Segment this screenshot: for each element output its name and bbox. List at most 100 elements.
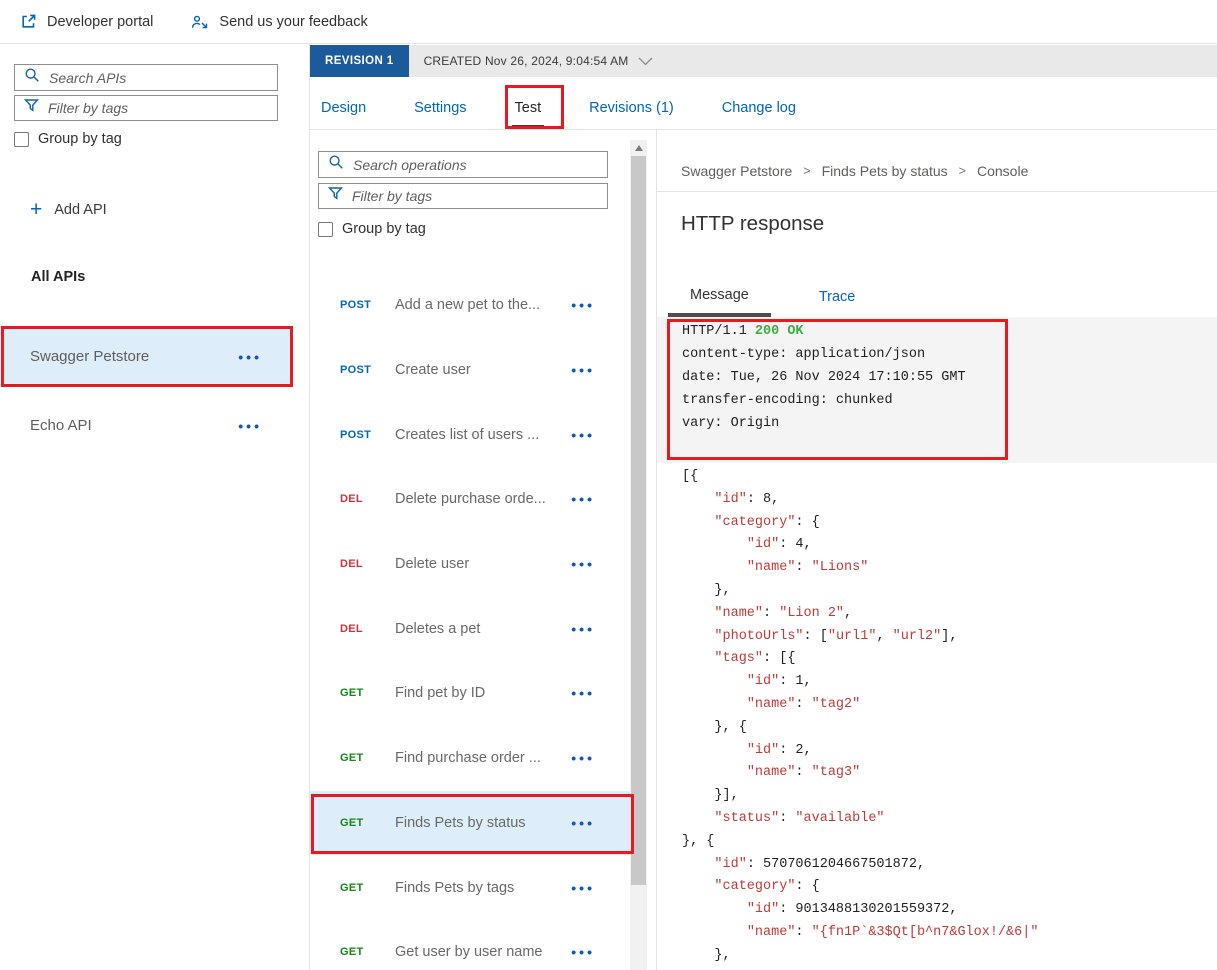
- operations-scrollbar[interactable]: [630, 140, 647, 970]
- operation-get-user-by-user-name[interactable]: GET Get user by user name •••: [310, 920, 631, 970]
- filter-funnel-icon: [327, 186, 344, 206]
- api-name: Swagger Petstore: [30, 348, 150, 365]
- operation-name: Create user: [395, 362, 471, 379]
- operation-name: Finds Pets by status: [395, 814, 526, 831]
- revision-created-text: CREATED Nov 26, 2024, 9:04:54 AM: [423, 54, 629, 68]
- operation-name: Get user by user name: [395, 944, 543, 961]
- tab-revisions-1[interactable]: Revisions (1): [586, 86, 677, 129]
- response-tabs: Message Trace: [668, 277, 877, 317]
- method-badge: POST: [340, 299, 372, 312]
- chevron-down-icon[interactable]: [638, 57, 653, 66]
- ellipsis-menu-icon[interactable]: •••: [571, 491, 595, 507]
- ellipsis-menu-icon[interactable]: •••: [571, 297, 595, 313]
- response-body: [{ "id": 8, "category": { "id": 4, "name…: [682, 469, 1039, 963]
- apim-test-console-screen: Developer portal Send us your feedback S…: [0, 0, 1217, 970]
- operation-find-purchase-order[interactable]: GET Find purchase order ... •••: [310, 726, 631, 791]
- ellipsis-menu-icon[interactable]: •••: [571, 621, 595, 637]
- person-feedback-icon: [191, 14, 209, 30]
- ellipsis-menu-icon[interactable]: •••: [238, 349, 262, 365]
- operation-creates-list-of-users[interactable]: POST Creates list of users ... •••: [310, 402, 631, 467]
- search-apis-box: [14, 64, 278, 91]
- group-by-tag-apis[interactable]: Group by tag: [14, 131, 122, 147]
- operation-deletes-a-pet[interactable]: DEL Deletes a pet •••: [310, 596, 631, 661]
- method-badge: GET: [340, 946, 364, 959]
- operation-delete-purchase-orde[interactable]: DEL Delete purchase orde... •••: [310, 467, 631, 532]
- method-badge: DEL: [340, 558, 363, 571]
- all-apis-heading: All APIs: [31, 269, 86, 285]
- breadcrumb: Swagger Petstore > Finds Pets by status > Co…: [681, 150, 1028, 191]
- api-item-swagger-petstore[interactable]: Swagger Petstore •••: [2, 327, 292, 386]
- ellipsis-menu-icon[interactable]: •••: [571, 362, 595, 378]
- status-code: 200 OK: [754, 324, 804, 339]
- scrollbar-thumb[interactable]: [631, 156, 646, 885]
- breadcrumb-item-swagger-petstore[interactable]: Swagger Petstore: [681, 163, 792, 179]
- operation-name: Find pet by ID: [395, 685, 486, 702]
- method-badge: DEL: [340, 493, 363, 506]
- operation-create-user[interactable]: POST Create user •••: [310, 338, 631, 403]
- developer-portal-label: Developer portal: [47, 13, 154, 30]
- filter-operations-box: [318, 183, 608, 209]
- response-tab-message[interactable]: Message: [668, 277, 771, 317]
- api-name: Echo API: [30, 417, 92, 434]
- group-by-tag-apis-checkbox[interactable]: [14, 131, 29, 147]
- add-api-label: Add API: [54, 201, 107, 218]
- method-badge: GET: [340, 881, 364, 894]
- method-badge: GET: [340, 687, 364, 700]
- operations-list: POST Add a new pet to the... ••• POST Create…: [310, 273, 631, 970]
- group-by-tag-operations[interactable]: Group by tag: [318, 221, 426, 237]
- method-badge: POST: [340, 364, 372, 377]
- breadcrumb-divider: [657, 191, 1217, 192]
- operation-finds-pets-by-tags[interactable]: GET Finds Pets by tags •••: [310, 855, 631, 920]
- tab-test[interactable]: Test: [511, 86, 545, 129]
- method-badge: GET: [340, 816, 364, 829]
- ellipsis-menu-icon[interactable]: •••: [238, 418, 262, 434]
- tab-design[interactable]: Design: [318, 86, 369, 129]
- operation-delete-user[interactable]: DEL Delete user •••: [310, 532, 631, 597]
- operation-finds-pets-by-status[interactable]: GET Finds Pets by status •••: [310, 790, 631, 856]
- search-operations-input[interactable]: [353, 156, 601, 173]
- breadcrumb-separator: >: [958, 163, 966, 178]
- ellipsis-menu-icon[interactable]: •••: [571, 556, 595, 572]
- filter-apis-box: [14, 95, 278, 121]
- ellipsis-menu-icon[interactable]: •••: [571, 880, 595, 896]
- ellipsis-menu-icon[interactable]: •••: [571, 685, 595, 701]
- add-api-button[interactable]: + Add API: [30, 199, 107, 220]
- feedback-link[interactable]: Send us your feedback: [191, 14, 368, 30]
- method-badge: DEL: [340, 622, 363, 635]
- response-headers: HTTP/1.1 200 OK content-type: application…: [682, 324, 966, 431]
- top-bar: Developer portal Send us your feedback: [20, 0, 368, 43]
- breadcrumb-item-console[interactable]: Console: [977, 163, 1028, 179]
- developer-portal-link[interactable]: Developer portal: [20, 13, 153, 30]
- operation-name: Creates list of users ...: [395, 426, 540, 443]
- operation-name: Add a new pet to the...: [395, 297, 541, 314]
- operation-add-a-new-pet-to-the[interactable]: POST Add a new pet to the... •••: [310, 273, 631, 338]
- search-icon: [24, 67, 40, 88]
- group-by-tag-operations-checkbox[interactable]: [318, 221, 333, 237]
- panel-divider: [656, 130, 657, 970]
- ellipsis-menu-icon[interactable]: •••: [571, 750, 595, 766]
- breadcrumb-item-finds-pets-by-status[interactable]: Finds Pets by status: [822, 163, 948, 179]
- page-title: HTTP response: [681, 212, 825, 235]
- search-apis-input[interactable]: [49, 69, 271, 86]
- tab-change-log[interactable]: Change log: [719, 86, 799, 129]
- tab-settings[interactable]: Settings: [411, 86, 469, 129]
- group-by-tag-apis-label: Group by tag: [38, 131, 122, 147]
- filter-funnel-icon: [23, 98, 40, 118]
- operation-name: Deletes a pet: [395, 620, 481, 637]
- operation-find-pet-by-id[interactable]: GET Find pet by ID •••: [310, 661, 631, 726]
- ellipsis-menu-icon[interactable]: •••: [571, 815, 595, 831]
- api-item-echo-api[interactable]: Echo API •••: [2, 398, 292, 453]
- method-badge: GET: [340, 752, 364, 765]
- response-tab-trace[interactable]: Trace: [797, 277, 878, 317]
- filter-apis-input[interactable]: [48, 100, 271, 116]
- revision-bar: REVISION 1 CREATED Nov 26, 2024, 9:04:54…: [310, 45, 1217, 77]
- operation-name: Delete user: [395, 556, 470, 573]
- search-operations-box: [318, 151, 608, 178]
- breadcrumb-separator: >: [803, 163, 811, 178]
- ellipsis-menu-icon[interactable]: •••: [571, 944, 595, 960]
- scroll-up-icon[interactable]: [634, 145, 643, 151]
- topbar-divider: [0, 43, 1217, 44]
- group-by-tag-operations-label: Group by tag: [342, 221, 426, 237]
- ellipsis-menu-icon[interactable]: •••: [571, 427, 595, 443]
- filter-operations-input[interactable]: [352, 188, 601, 204]
